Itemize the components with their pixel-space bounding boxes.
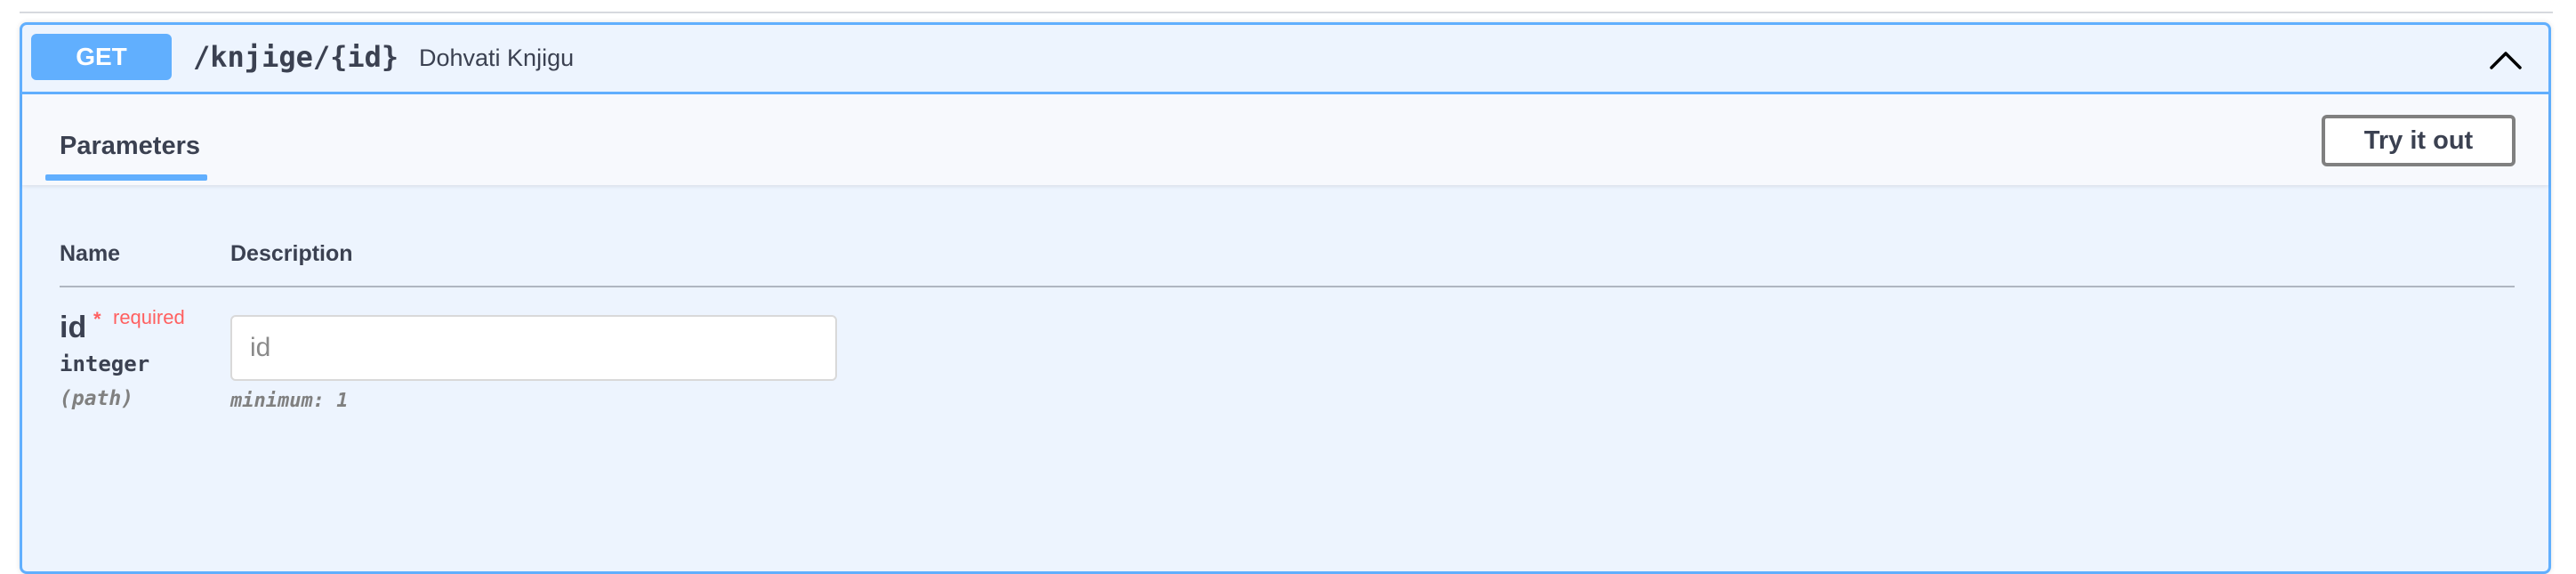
table-header-divider (60, 286, 2515, 287)
parameter-name: id (60, 311, 87, 344)
operation-description: Dohvati Knjigu (419, 44, 575, 71)
id-input[interactable] (230, 315, 837, 381)
parameter-type: integer (60, 352, 150, 376)
tab-parameters[interactable]: Parameters (60, 132, 200, 161)
endpoint-path: /knjige/{id} (193, 40, 399, 74)
tab-active-indicator (45, 174, 207, 181)
required-label: required (113, 306, 185, 328)
column-header-name: Name (60, 241, 121, 266)
column-header-description: Description (230, 241, 353, 266)
parameters-header: Parameters Try it out (22, 94, 2548, 185)
section-divider (20, 12, 2553, 13)
parameter-location: (path) (60, 387, 134, 410)
method-badge: GET (31, 34, 172, 80)
try-it-out-button[interactable]: Try it out (2322, 115, 2516, 166)
required-asterisk: * (93, 308, 101, 330)
operation-block: GET /knjige/{id} Dohvati Knjigu Paramete… (20, 22, 2551, 574)
chevron-up-icon[interactable] (2486, 41, 2525, 77)
parameter-constraint: minimum: 1 (230, 390, 349, 412)
operation-summary[interactable]: GET /knjige/{id} Dohvati Knjigu (22, 25, 2548, 94)
